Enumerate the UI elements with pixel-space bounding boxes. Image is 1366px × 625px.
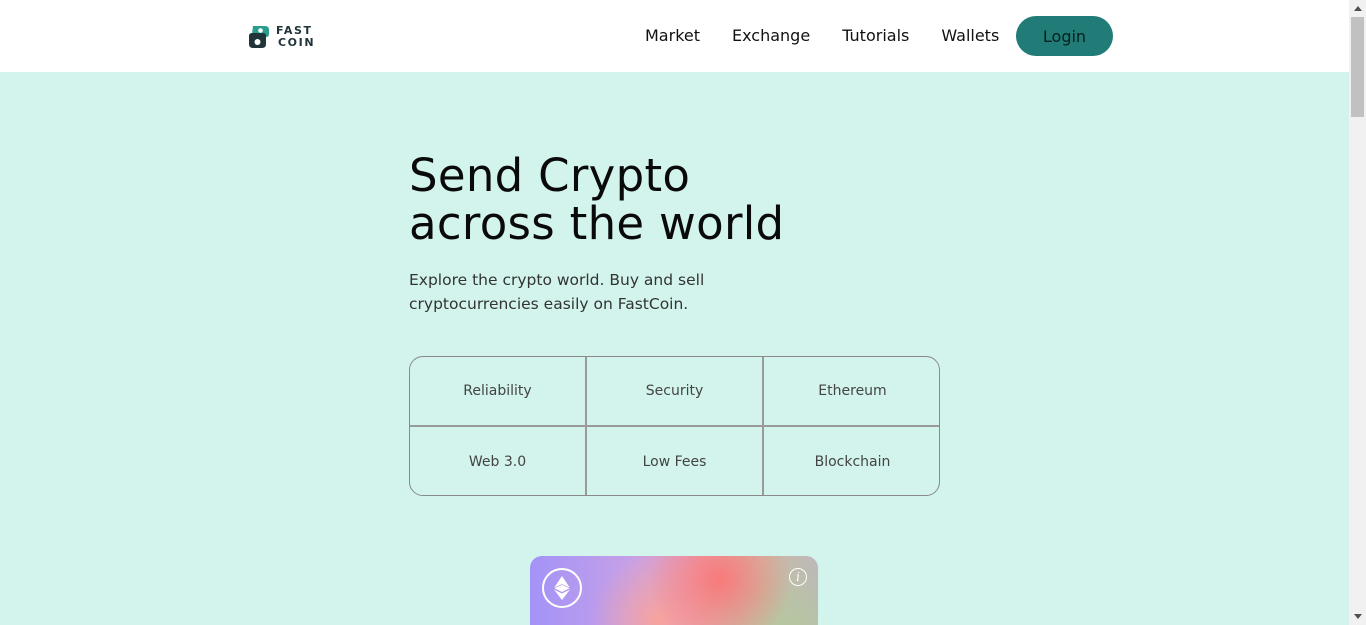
nav-links: Market Exchange Tutorials Wallets bbox=[645, 24, 1031, 48]
login-button[interactable]: Login bbox=[1016, 16, 1113, 56]
feature-security: Security bbox=[587, 357, 764, 427]
info-icon[interactable]: i bbox=[789, 568, 807, 586]
ethereum-card: i bbox=[530, 556, 818, 625]
nav-link-tutorials[interactable]: Tutorials bbox=[842, 24, 909, 48]
page-scrollbar[interactable] bbox=[1349, 0, 1366, 625]
scroll-up-arrow-icon[interactable] bbox=[1349, 0, 1366, 17]
feature-reliability: Reliability bbox=[410, 357, 587, 427]
ethereum-icon bbox=[542, 568, 582, 608]
nav-link-wallets[interactable]: Wallets bbox=[941, 24, 999, 48]
brand-logo[interactable]: FAST COIN bbox=[247, 22, 317, 52]
hero-title-line2: across the world bbox=[409, 197, 785, 250]
hero-subtitle: Explore the crypto world. Buy and sell c… bbox=[409, 271, 705, 313]
logo-mark-icon bbox=[249, 26, 269, 48]
scroll-down-arrow-icon[interactable] bbox=[1349, 608, 1366, 625]
nav-link-exchange[interactable]: Exchange bbox=[732, 24, 810, 48]
feature-ethereum: Ethereum bbox=[764, 357, 939, 427]
feature-low-fees: Low Fees bbox=[587, 427, 764, 495]
feature-blockchain: Blockchain bbox=[814, 454, 891, 470]
features-grid: Reliability Security Ethereum Web 3.0 Lo… bbox=[409, 356, 940, 496]
nav-link-market[interactable]: Market bbox=[645, 24, 700, 48]
brand-name: FAST COIN bbox=[276, 25, 315, 49]
navbar: FAST COIN Market Exchange Tutorials Wall… bbox=[0, 0, 1349, 72]
hero-title: Send Crypto across the world bbox=[409, 152, 909, 248]
scrollbar-thumb[interactable] bbox=[1351, 17, 1364, 117]
feature-web3: Web 3.0 bbox=[410, 427, 587, 495]
brand-name-line2: COIN bbox=[278, 36, 316, 49]
hero-title-line1: Send Crypto bbox=[409, 149, 691, 202]
